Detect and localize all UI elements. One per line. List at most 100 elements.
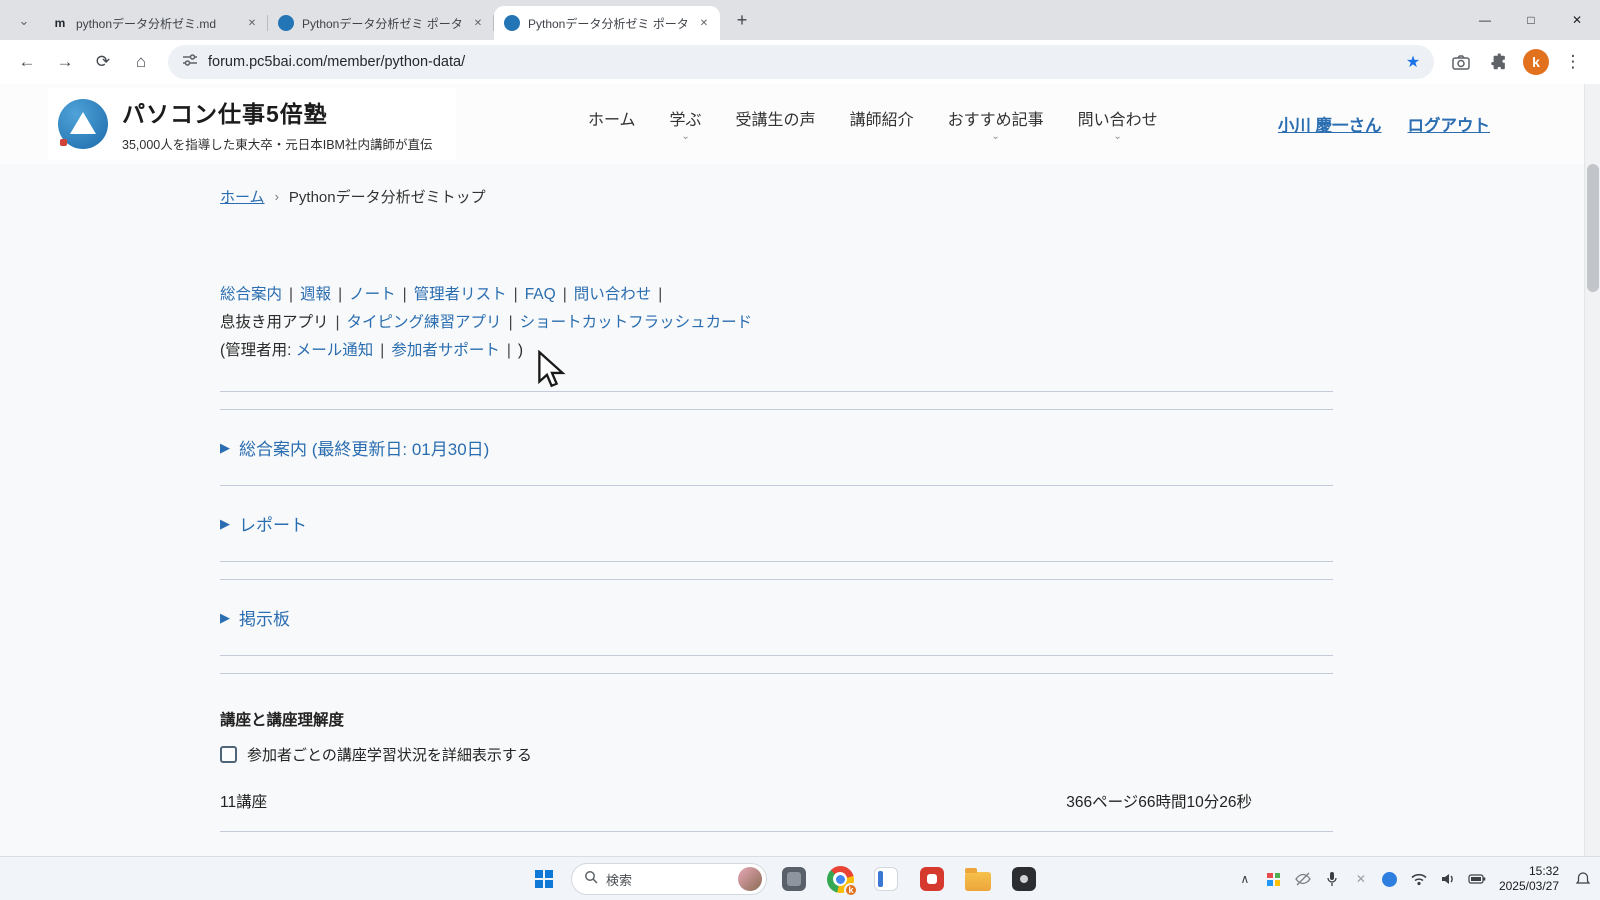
tray-chevron-icon[interactable]: ∧ xyxy=(1234,868,1256,890)
separator: | xyxy=(338,286,342,303)
section-link[interactable]: 総合案内 (最終更新日: 01月30日) xyxy=(239,435,489,460)
quick-links-row-3: (管理者用: メール通知|参加者サポート|) xyxy=(220,337,1333,365)
breadcrumb-home-link[interactable]: ホーム xyxy=(220,186,265,207)
windows-logo-icon xyxy=(535,870,553,888)
tray-close-icon[interactable]: ✕ xyxy=(1350,868,1372,890)
logout-link[interactable]: ログアウト xyxy=(1408,112,1491,136)
reload-button[interactable]: ⟳ xyxy=(86,45,120,79)
search-icon xyxy=(584,870,598,889)
tab-search-button[interactable]: ⌄ xyxy=(10,7,38,35)
battery-icon[interactable] xyxy=(1466,868,1488,890)
taskbar-app-light[interactable] xyxy=(867,860,905,898)
browser-tab-2[interactable]: Pythonデータ分析ゼミ ポータルトッ ✕ xyxy=(268,6,494,40)
main-nav: ホーム 学ぶ ⌄ 受講生の声 講師紹介 おすすめ記事 ⌄ xyxy=(588,84,1158,164)
forward-button[interactable]: → xyxy=(48,45,82,79)
row3-suffix: ) xyxy=(518,342,523,359)
volume-icon[interactable] xyxy=(1437,868,1459,890)
taskbar-search[interactable]: 検索 xyxy=(571,863,767,895)
taskbar-file-explorer[interactable] xyxy=(959,860,997,898)
chevron-down-icon: ⌄ xyxy=(19,13,30,29)
quick-link-faq[interactable]: FAQ xyxy=(525,286,556,303)
browser-tab-1[interactable]: m pythonデータ分析ゼミ.md ✕ xyxy=(42,6,268,40)
profile-avatar[interactable]: k xyxy=(1523,49,1549,75)
nav-item-articles[interactable]: おすすめ記事 ⌄ xyxy=(948,106,1044,143)
extensions-icon[interactable] xyxy=(1482,45,1516,79)
site-title: パソコン仕事5倍塾 xyxy=(122,95,432,129)
quick-link-participant-support[interactable]: 参加者サポート xyxy=(391,342,500,359)
expand-arrow-icon: ▶ xyxy=(220,516,230,532)
chevron-down-icon: ⌄ xyxy=(991,133,999,143)
separator: | xyxy=(403,286,407,303)
dark-app-icon xyxy=(1012,867,1036,891)
minimize-button[interactable]: — xyxy=(1462,0,1508,40)
folder-icon xyxy=(965,872,991,891)
tray-blue-app-icon[interactable] xyxy=(1379,868,1401,890)
taskbar-chrome[interactable]: k xyxy=(821,860,859,898)
nav-label: 受講生の声 xyxy=(736,106,816,130)
nav-item-testimonials[interactable]: 受講生の声 xyxy=(736,106,816,143)
browser-toolbar: ← → ⟳ ⌂ forum.pc5bai.com/member/python-d… xyxy=(0,40,1600,84)
nav-item-instructors[interactable]: 講師紹介 xyxy=(850,106,914,143)
tray-colorgrid-icon[interactable] xyxy=(1263,868,1285,890)
address-bar[interactable]: forum.pc5bai.com/member/python-data/ ★ xyxy=(168,45,1434,79)
site-info-icon[interactable] xyxy=(182,52,198,73)
close-button[interactable]: ✕ xyxy=(1554,0,1600,40)
nav-label: 学ぶ xyxy=(670,106,702,130)
nav-item-learn[interactable]: 学ぶ ⌄ xyxy=(670,106,702,143)
wifi-icon[interactable] xyxy=(1408,868,1430,890)
section-board[interactable]: ▶ 掲示板 xyxy=(220,580,1333,656)
section-report[interactable]: ▶ レポート xyxy=(220,486,1333,562)
taskbar-app-dark2[interactable] xyxy=(1005,860,1043,898)
browser-tab-strip: ⌄ m pythonデータ分析ゼミ.md ✕ Pythonデータ分析ゼミ ポータ… xyxy=(0,0,1600,40)
taskbar-clock[interactable]: 15:32 2025/03/27 xyxy=(1499,864,1559,894)
user-name-link[interactable]: 小川 慶一さん xyxy=(1278,112,1382,136)
site-logo[interactable]: パソコン仕事5倍塾 35,000人を指導した東大卒・元日本IBM社内講師が直伝 xyxy=(48,88,456,160)
maximize-button[interactable]: □ xyxy=(1508,0,1554,40)
tab-title: pythonデータ分析ゼミ.md xyxy=(76,15,236,32)
site-favicon xyxy=(278,15,294,31)
nav-item-home[interactable]: ホーム xyxy=(588,106,636,143)
site-header: パソコン仕事5倍塾 35,000人を指導した東大卒・元日本IBM社内講師が直伝 … xyxy=(0,84,1584,164)
markdown-favicon: m xyxy=(52,15,68,31)
screen: ⌄ m pythonデータ分析ゼミ.md ✕ Pythonデータ分析ゼミ ポータ… xyxy=(0,0,1600,900)
url-text[interactable]: forum.pc5bai.com/member/python-data/ xyxy=(208,54,1390,70)
section-link[interactable]: 掲示板 xyxy=(239,605,290,630)
section-general-guide[interactable]: ▶ 総合案内 (最終更新日: 01月30日) xyxy=(220,410,1333,486)
notification-bell-icon[interactable] xyxy=(1572,868,1594,890)
home-button[interactable]: ⌂ xyxy=(124,45,158,79)
quick-link-guide[interactable]: 総合案内 xyxy=(220,286,282,303)
row3-prefix: (管理者用: xyxy=(220,342,291,359)
quick-link-admin-list[interactable]: 管理者リスト xyxy=(414,286,507,303)
separator: | xyxy=(289,286,293,303)
course-total: 366ページ66時間10分26秒 xyxy=(1066,790,1252,812)
bookmark-star-icon[interactable]: ★ xyxy=(1400,49,1426,75)
new-tab-button[interactable]: + xyxy=(728,6,756,34)
quick-link-mail-notify[interactable]: メール通知 xyxy=(296,342,374,359)
taskbar-app-red[interactable] xyxy=(913,860,951,898)
menu-dots-icon[interactable]: ⋮ xyxy=(1556,45,1590,79)
divider xyxy=(220,391,1333,392)
quick-link-contact[interactable]: 問い合わせ xyxy=(574,286,652,303)
nav-item-contact[interactable]: 問い合わせ ⌄ xyxy=(1078,106,1158,143)
camera-icon[interactable] xyxy=(1444,45,1478,79)
browser-tab-3-active[interactable]: Pythonデータ分析ゼミ ポータルトッ ✕ xyxy=(494,6,720,40)
tab-close-icon[interactable]: ✕ xyxy=(696,15,712,31)
quick-link-shortcut-flashcards[interactable]: ショートカットフラッシュカード xyxy=(520,314,753,331)
tray-hidden-eye-icon[interactable] xyxy=(1292,868,1314,890)
quick-link-notes[interactable]: ノート xyxy=(349,286,396,303)
microphone-icon[interactable] xyxy=(1321,868,1343,890)
search-highlight-image[interactable] xyxy=(738,867,762,891)
start-button[interactable] xyxy=(525,860,563,898)
quick-link-weekly[interactable]: 週報 xyxy=(300,286,331,303)
back-button[interactable]: ← xyxy=(10,45,44,79)
tab-close-icon[interactable]: ✕ xyxy=(470,15,486,31)
course-detail-checkbox[interactable] xyxy=(220,746,237,763)
divider xyxy=(220,831,1333,832)
scrollbar[interactable] xyxy=(1584,84,1600,856)
separator: | xyxy=(507,342,511,359)
taskbar-app-dark[interactable] xyxy=(775,860,813,898)
section-link[interactable]: レポート xyxy=(239,511,307,536)
tab-close-icon[interactable]: ✕ xyxy=(244,15,260,31)
quick-link-typing-app[interactable]: タイピング練習アプリ xyxy=(347,314,502,331)
scrollbar-thumb[interactable] xyxy=(1587,164,1599,292)
